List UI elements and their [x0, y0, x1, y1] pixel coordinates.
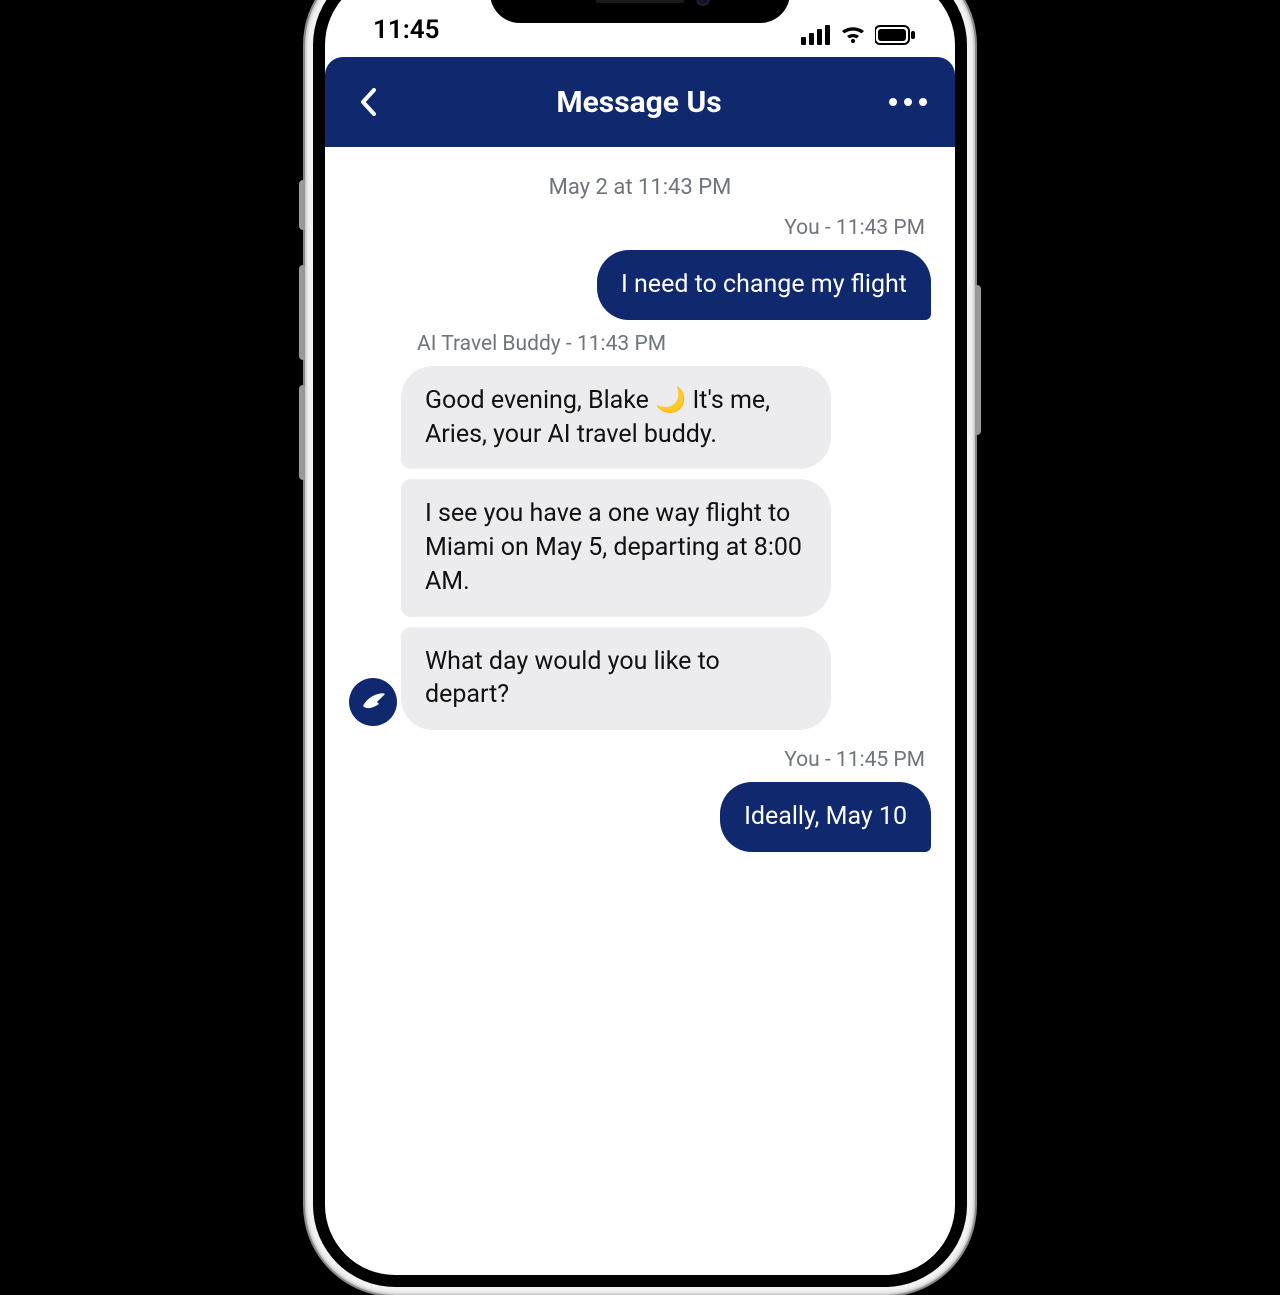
date-separator: May 2 at 11:43 PM: [349, 175, 931, 200]
user-message-bubble[interactable]: Ideally, May 10: [720, 782, 931, 852]
message-meta: AI Travel Buddy - 11:43 PM: [349, 332, 931, 356]
message-row: I need to change my flight: [349, 250, 931, 320]
wing-icon: [359, 688, 387, 716]
silence-switch: [299, 180, 305, 230]
dot-icon: [904, 98, 912, 106]
dot-icon: [889, 98, 897, 106]
dot-icon: [919, 98, 927, 106]
chat-header: Message Us: [325, 57, 955, 147]
status-time: 11:45: [373, 15, 440, 45]
bot-message-group: Good evening, Blake 🌙 It's me, Aries, yo…: [349, 366, 931, 730]
bot-message-bubble[interactable]: I see you have a one way flight to Miami…: [401, 479, 831, 616]
chat-body[interactable]: May 2 at 11:43 PM You - 11:43 PM I need …: [325, 147, 955, 852]
volume-up-button: [299, 265, 305, 360]
header-title: Message Us: [556, 85, 721, 120]
moon-icon: 🌙: [655, 386, 686, 415]
screen: 11:45 Message Us: [325, 0, 955, 1275]
bot-message-bubble[interactable]: What day would you like to depart?: [401, 627, 831, 731]
wifi-icon: [839, 25, 867, 45]
message-meta: You - 11:45 PM: [349, 748, 931, 772]
more-button[interactable]: [889, 98, 927, 106]
chevron-left-icon: [359, 88, 379, 116]
cellular-icon: [801, 25, 831, 45]
user-message-bubble[interactable]: I need to change my flight: [597, 250, 931, 320]
message-meta: You - 11:43 PM: [349, 216, 931, 240]
notch: [490, 0, 790, 23]
front-camera: [696, 0, 710, 6]
battery-icon: [875, 25, 915, 45]
bot-avatar[interactable]: [349, 678, 397, 726]
message-row: Ideally, May 10: [349, 782, 931, 852]
speaker-grille: [595, 0, 685, 3]
phone-frame: 11:45 Message Us: [305, 0, 975, 1295]
power-button: [975, 285, 981, 435]
bot-text: Good evening, Blake: [425, 386, 655, 415]
volume-down-button: [299, 385, 305, 480]
bot-message-bubble[interactable]: Good evening, Blake 🌙 It's me, Aries, yo…: [401, 366, 831, 470]
back-button[interactable]: [349, 82, 389, 122]
